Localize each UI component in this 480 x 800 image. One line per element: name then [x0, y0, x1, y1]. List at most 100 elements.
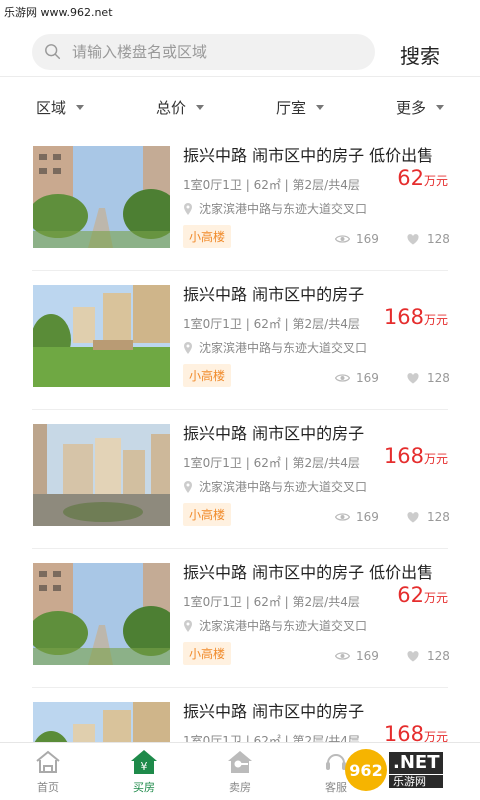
caret-down-icon: [76, 104, 84, 110]
filter-label: 总价: [155, 98, 186, 117]
view-count-value: 169: [356, 371, 379, 385]
view-count: 169: [335, 232, 379, 246]
caret-down-icon: [196, 104, 204, 110]
view-count: 169: [335, 649, 379, 663]
listing-title: 振兴中路 闹市区中的房子: [183, 424, 365, 443]
listing-spec: 1室0厅1卫 | 62㎡ | 第2层/共4层: [183, 317, 360, 331]
price-value: 62: [397, 583, 424, 607]
eye-icon: [335, 513, 350, 521]
buy-house-icon: ¥: [131, 750, 157, 774]
listing-price: 62万元: [397, 583, 448, 607]
listing-spec: 1室0厅1卫 | 62㎡ | 第2层/共4层: [183, 178, 360, 192]
like-count: 128: [407, 510, 450, 524]
listing-card[interactable]: 振兴中路 闹市区中的房子 低价出售 1室0厅1卫 | 62㎡ | 第2层/共4层…: [32, 549, 450, 688]
search-input[interactable]: [72, 43, 342, 61]
filter-more[interactable]: 更多: [360, 97, 480, 118]
listing-address: 沈家滨港中路与东迹大道交叉口: [183, 339, 367, 356]
listing-address: 沈家滨港中路与东迹大道交叉口: [183, 478, 367, 495]
building-type-tag: 小高楼: [183, 364, 232, 387]
eye-icon: [335, 235, 350, 243]
filter-total-price[interactable]: 总价: [120, 97, 240, 118]
like-count: 128: [407, 232, 450, 246]
like-count-value: 128: [427, 649, 450, 663]
tab-sell-house[interactable]: 卖房: [192, 743, 288, 800]
watermark: 乐游网 www.962.net: [4, 6, 113, 19]
listing-address: 沈家滨港中路与东迹大道交叉口: [183, 617, 367, 634]
site-logo: 962 .NET 乐游网: [345, 749, 444, 791]
price-value: 62: [397, 166, 424, 190]
sell-house-icon: [228, 751, 252, 773]
like-count: 128: [407, 649, 450, 663]
listing-photo: [33, 285, 170, 387]
listing-card[interactable]: 振兴中路 闹市区中的房子 1室0厅1卫 | 62㎡ | 第2层/共4层 168万…: [32, 271, 450, 410]
search-button[interactable]: 搜索: [400, 40, 440, 69]
tab-home[interactable]: 首页: [0, 743, 96, 800]
location-pin-icon: [184, 480, 192, 493]
address-text: 沈家滨港中路与东迹大道交叉口: [199, 341, 368, 355]
logo-circle: 962: [345, 749, 387, 791]
view-count: 169: [335, 510, 379, 524]
listing-card[interactable]: 振兴中路 闹市区中的房子 低价出售 1室0厅1卫 | 62㎡ | 第2层/共4层…: [32, 132, 450, 271]
price-unit: 万元: [423, 452, 448, 466]
listing-photo: [33, 563, 170, 665]
listing-list: 振兴中路 闹市区中的房子 低价出售 1室0厅1卫 | 62㎡ | 第2层/共4层…: [0, 132, 480, 800]
listing-address: 沈家滨港中路与东迹大道交叉口: [183, 200, 367, 217]
filter-rooms[interactable]: 厅室: [240, 97, 360, 118]
listing-title: 振兴中路 闹市区中的房子 低价出售: [183, 563, 434, 582]
search-header: 搜索: [0, 20, 480, 77]
listing-title: 振兴中路 闹市区中的房子: [183, 702, 365, 721]
filter-region[interactable]: 区域: [0, 97, 120, 118]
filter-label: 厅室: [275, 98, 306, 117]
location-pin-icon: [184, 619, 192, 632]
price-value: 168: [383, 444, 424, 468]
view-count: 169: [335, 371, 379, 385]
eye-icon: [335, 374, 350, 382]
tab-label: 卖房: [229, 781, 251, 794]
listing-title: 振兴中路 闹市区中的房子: [183, 285, 365, 304]
building-type-tag: 小高楼: [183, 225, 232, 248]
view-count-value: 169: [356, 649, 379, 663]
tab-label: 首页: [37, 781, 59, 794]
filter-label: 更多: [395, 98, 426, 117]
svg-text:¥: ¥: [141, 760, 148, 773]
tab-label: 买房: [133, 781, 155, 794]
price-unit: 万元: [423, 591, 448, 605]
listing-spec: 1室0厅1卫 | 62㎡ | 第2层/共4层: [183, 456, 360, 470]
tab-label: 客服: [325, 781, 347, 794]
like-count-value: 128: [427, 371, 450, 385]
listing-spec: 1室0厅1卫 | 62㎡ | 第2层/共4层: [183, 595, 360, 609]
listing-title: 振兴中路 闹市区中的房子 低价出售: [183, 146, 434, 165]
heart-icon: [407, 372, 419, 383]
location-pin-icon: [184, 202, 192, 215]
logo-subtext: 乐游网: [389, 775, 444, 788]
search-bar[interactable]: [32, 34, 375, 70]
price-unit: 万元: [423, 313, 448, 327]
address-text: 沈家滨港中路与东迹大道交叉口: [199, 619, 368, 633]
like-count: 128: [407, 371, 450, 385]
heart-icon: [407, 650, 419, 661]
buy-house-page: 乐游网 www.962.net 搜索 区域 总价 厅室 更多 振兴中路 闹市区中…: [0, 0, 480, 800]
like-count-value: 128: [427, 510, 450, 524]
header-divider: [0, 76, 480, 77]
address-text: 沈家滨港中路与东迹大道交叉口: [199, 480, 368, 494]
building-type-tag: 小高楼: [183, 642, 232, 665]
home-icon: [36, 750, 60, 773]
like-count-value: 128: [427, 232, 450, 246]
view-count-value: 169: [356, 232, 379, 246]
view-count-value: 169: [356, 510, 379, 524]
caret-down-icon: [436, 104, 444, 110]
listing-price: 168万元: [384, 305, 448, 329]
tab-buy-house[interactable]: ¥ 买房: [96, 743, 192, 800]
filter-label: 区域: [35, 98, 66, 117]
heart-icon: [407, 233, 419, 244]
address-text: 沈家滨港中路与东迹大道交叉口: [199, 202, 368, 216]
price-unit: 万元: [423, 174, 448, 188]
caret-down-icon: [316, 104, 324, 110]
heart-icon: [407, 511, 419, 522]
eye-icon: [335, 652, 350, 660]
location-pin-icon: [184, 341, 192, 354]
listing-photo: [33, 146, 170, 248]
listing-card[interactable]: 振兴中路 闹市区中的房子 1室0厅1卫 | 62㎡ | 第2层/共4层 168万…: [32, 410, 450, 549]
search-icon: [45, 44, 61, 60]
filter-bar: 区域 总价 厅室 更多: [0, 85, 480, 129]
